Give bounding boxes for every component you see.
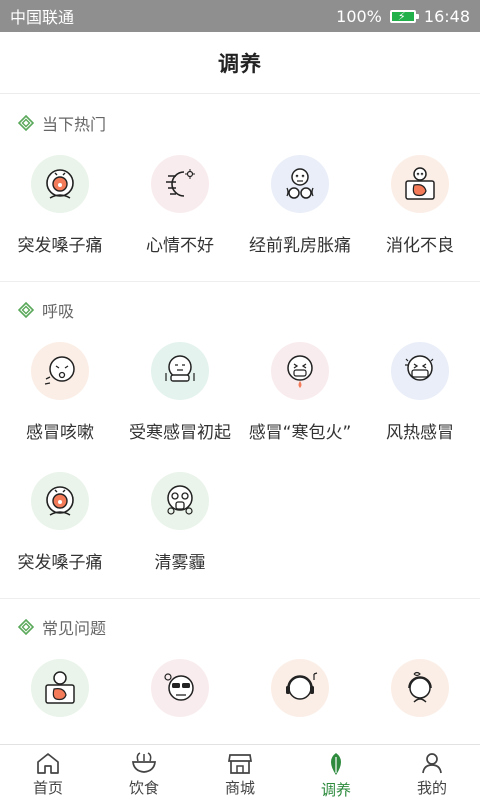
item-label: 感冒“寒包火” (248, 423, 352, 443)
item-label: 突发嗓子痛 (17, 553, 103, 573)
section-breathing: 呼吸 感冒咳嗽 受寒感冒初起 感冒“寒包火” 风热感冒 突发嗓子痛 清雾霾 (0, 282, 480, 599)
tab-bar: 首页 饮食 商城 调养 我的 (0, 744, 480, 800)
status-bar: 中国联通 100% ⚡ 16:48 (0, 0, 480, 32)
headphones-icon (271, 659, 329, 717)
item-sore-throat[interactable]: 突发嗓子痛 (0, 151, 120, 281)
item-cold-fire[interactable]: 感冒“寒包火” (240, 338, 360, 468)
gas-mask-icon (151, 472, 209, 530)
home-icon (37, 753, 59, 774)
section-header: 常见问题 (0, 599, 480, 655)
item-label: 清雾霾 (154, 553, 206, 573)
item-label: 风热感冒 (386, 423, 454, 443)
section-hot: 当下热门 突发嗓子痛 心情不好 经前乳房胀痛 消化不良 (0, 95, 480, 282)
tab-label: 首页 (32, 779, 63, 797)
section-header: 当下热门 (0, 95, 480, 151)
cough-icon (31, 342, 89, 400)
section-title: 呼吸 (42, 302, 75, 321)
tab-shop[interactable]: 商城 (192, 745, 288, 800)
indigestion-icon (391, 155, 449, 213)
section-header: 呼吸 (0, 282, 480, 338)
sunglasses-icon (151, 659, 209, 717)
diamond-icon (18, 619, 34, 635)
item-grid: 突发嗓子痛 心情不好 经前乳房胀痛 消化不良 (0, 151, 480, 281)
item-common-2[interactable] (120, 655, 240, 745)
bowl-icon (132, 752, 156, 773)
item-breast-pain[interactable]: 经前乳房胀痛 (240, 151, 360, 281)
tab-home[interactable]: 首页 (0, 745, 96, 800)
tab-label: 我的 (416, 779, 447, 797)
sore-throat-icon (31, 155, 89, 213)
bad-mood-icon (151, 155, 209, 213)
item-label: 突发嗓子痛 (17, 236, 103, 256)
item-grid: 感冒咳嗽 受寒感冒初起 感冒“寒包火” 风热感冒 突发嗓子痛 清雾霾 (0, 338, 480, 598)
content-scroll[interactable]: 当下热门 突发嗓子痛 心情不好 经前乳房胀痛 消化不良 呼吸 感冒咳嗽 受寒感冒… (0, 95, 480, 745)
carrier-label: 中国联通 (10, 8, 75, 27)
item-label: 消化不良 (386, 236, 454, 256)
item-smog[interactable]: 清雾霾 (120, 468, 240, 598)
item-common-1[interactable] (0, 655, 120, 745)
title-bar: 调养 (0, 32, 480, 94)
sore-throat-icon (31, 472, 89, 530)
shop-icon (227, 754, 253, 774)
item-cold-onset[interactable]: 受寒感冒初起 (120, 338, 240, 468)
tab-diet[interactable]: 饮食 (96, 745, 192, 800)
tab-mine[interactable]: 我的 (384, 745, 480, 800)
status-right: 100% ⚡ 16:48 (336, 7, 470, 26)
item-label: 心情不好 (146, 236, 214, 256)
item-common-4[interactable] (360, 655, 480, 745)
headset-icon (391, 659, 449, 717)
diamond-icon (18, 115, 34, 131)
item-wind-heat[interactable]: 风热感冒 (360, 338, 480, 468)
battery-percent: 100% (336, 6, 382, 26)
tab-care[interactable]: 调养 (288, 745, 384, 800)
item-bad-mood[interactable]: 心情不好 (120, 151, 240, 281)
fever-cold-icon (271, 342, 329, 400)
leaf-icon (331, 753, 341, 775)
section-title: 当下热门 (42, 115, 107, 134)
item-label: 受寒感冒初起 (129, 423, 231, 443)
clock: 16:48 (423, 6, 470, 26)
item-label: 感冒咳嗽 (26, 423, 94, 443)
tab-label: 饮食 (128, 779, 159, 797)
cold-scarf-icon (151, 342, 209, 400)
tab-label: 商城 (224, 779, 255, 797)
breast-pain-icon (271, 155, 329, 213)
item-label: 经前乳房胀痛 (249, 236, 351, 256)
section-common: 常见问题 (0, 599, 480, 745)
page-title: 调养 (218, 51, 262, 76)
stomach-sign-icon (31, 659, 89, 717)
user-icon (422, 753, 442, 774)
item-common-3[interactable] (240, 655, 360, 745)
tab-label: 调养 (320, 781, 351, 799)
item-cough[interactable]: 感冒咳嗽 (0, 338, 120, 468)
mask-icon (391, 342, 449, 400)
diamond-icon (18, 302, 34, 318)
item-indigestion[interactable]: 消化不良 (360, 151, 480, 281)
battery-icon: ⚡ (389, 9, 419, 23)
item-sore-throat-2[interactable]: 突发嗓子痛 (0, 468, 120, 598)
section-title: 常见问题 (42, 619, 107, 638)
item-grid (0, 655, 480, 745)
